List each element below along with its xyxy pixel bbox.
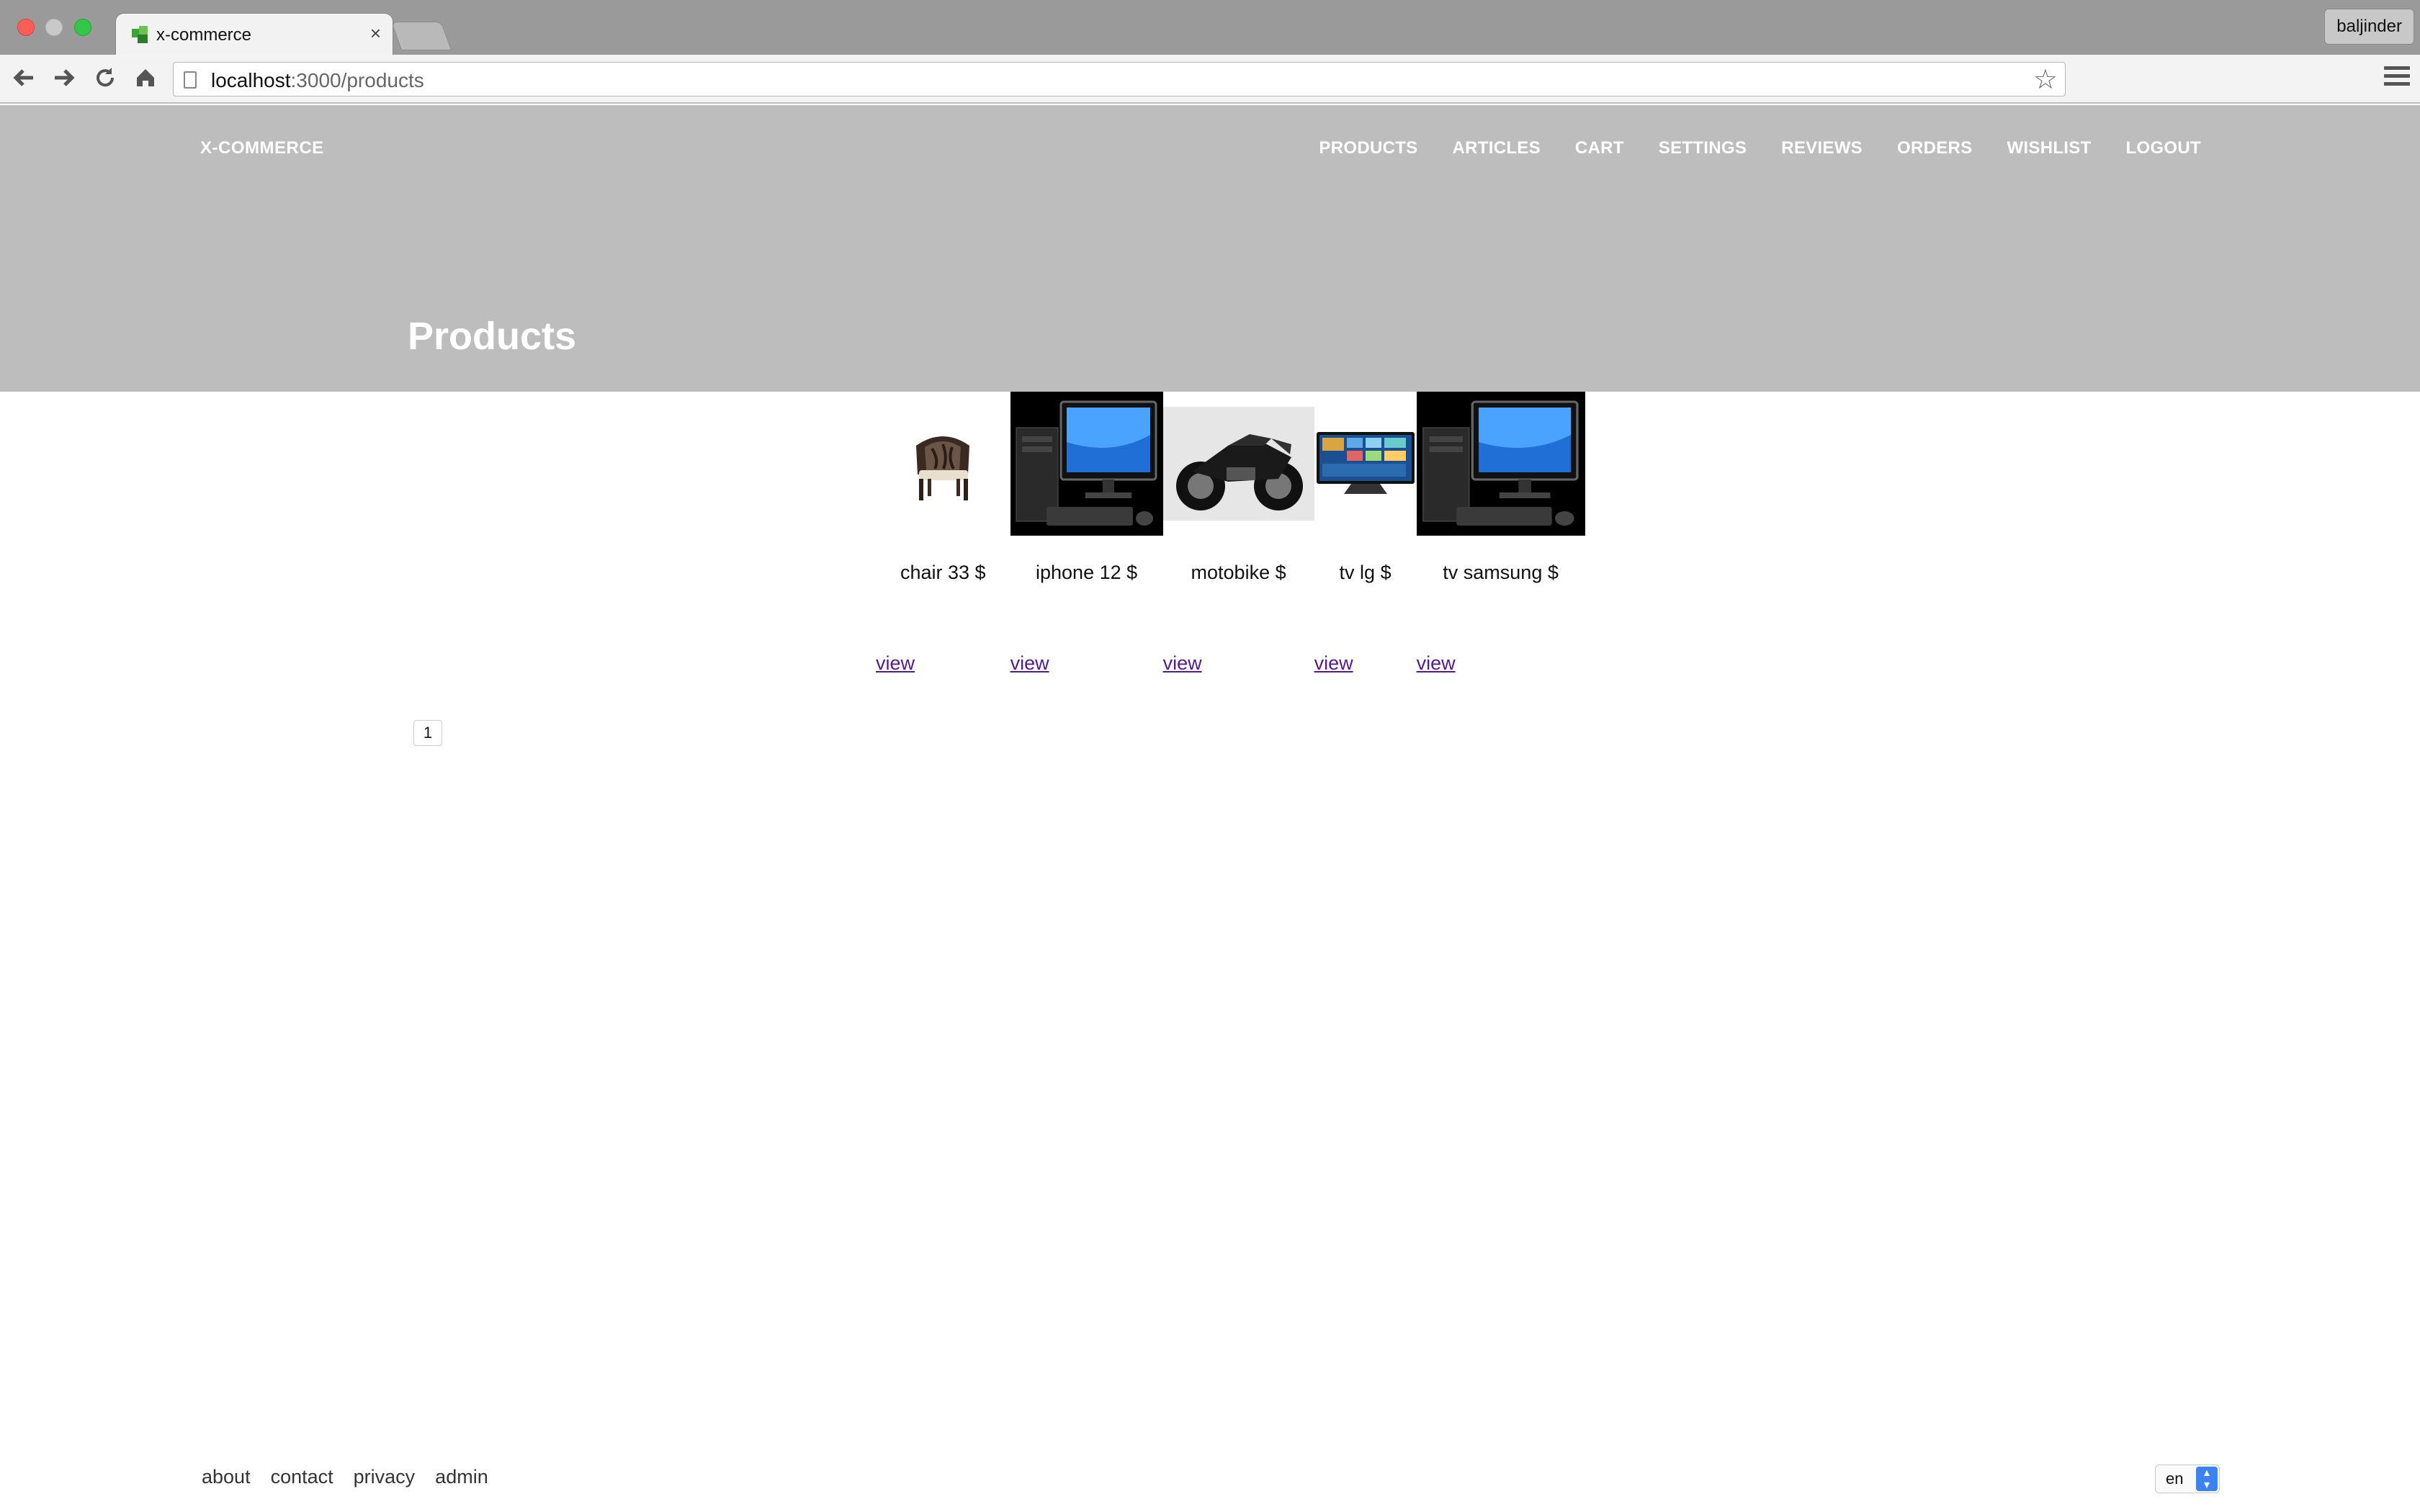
nav-wishlist[interactable]: WISHLIST bbox=[2007, 138, 2091, 158]
product-view-link[interactable]: view bbox=[876, 652, 915, 675]
product-image-chair[interactable] bbox=[887, 392, 999, 536]
product-list: chair 33 $ view iphone 12 $ view motobik… bbox=[876, 392, 1585, 675]
select-arrows-icon: ▴ ▾ bbox=[2196, 1467, 2218, 1491]
product-view-link[interactable]: view bbox=[1010, 652, 1049, 675]
footer-about-link[interactable]: about bbox=[202, 1466, 251, 1488]
product-card: tv samsung $ view bbox=[1416, 392, 1585, 675]
page-icon bbox=[184, 71, 197, 89]
language-value: en bbox=[2166, 1470, 2184, 1488]
product-view-link[interactable]: view bbox=[1314, 652, 1353, 675]
address-bar[interactable]: localhost:3000/products ☆ bbox=[173, 62, 2066, 96]
product-name: iphone 12 $ bbox=[1036, 562, 1138, 583]
profile-button[interactable]: baljinder bbox=[2324, 9, 2414, 45]
tab-close-icon[interactable]: × bbox=[370, 24, 381, 42]
product-card: iphone 12 $ view bbox=[1010, 392, 1163, 675]
product-image-desktop[interactable] bbox=[1010, 392, 1163, 536]
nav-cart[interactable]: CART bbox=[1575, 138, 1624, 158]
product-image-motorbike[interactable] bbox=[1162, 392, 1314, 536]
footer-links: about contact privacy admin bbox=[202, 1466, 488, 1488]
window-close-button[interactable] bbox=[17, 19, 35, 36]
browser-toolbar: localhost:3000/products ☆ bbox=[0, 55, 2420, 104]
back-icon[interactable] bbox=[10, 65, 39, 94]
nav-settings[interactable]: SETTINGS bbox=[1659, 138, 1747, 158]
window-maximize-button[interactable] bbox=[74, 19, 91, 36]
nav-logout[interactable]: LOGOUT bbox=[2126, 138, 2201, 158]
nav-orders[interactable]: ORDERS bbox=[1897, 138, 1972, 158]
product-view-link[interactable]: view bbox=[1417, 652, 1456, 675]
site-header: X-COMMERCE PRODUCTS ARTICLES CART SETTIN… bbox=[0, 105, 2420, 392]
favicon-icon bbox=[132, 26, 148, 43]
forward-icon[interactable] bbox=[49, 65, 78, 94]
url-path: :3000/products bbox=[290, 69, 424, 91]
reload-icon[interactable] bbox=[91, 65, 120, 94]
footer-privacy-link[interactable]: privacy bbox=[354, 1466, 416, 1488]
product-image-desktop[interactable] bbox=[1416, 392, 1585, 536]
main-navigation: PRODUCTS ARTICLES CART SETTINGS REVIEWS … bbox=[1319, 138, 2201, 158]
tab-title: x-commerce bbox=[156, 25, 252, 45]
product-view-link[interactable]: view bbox=[1163, 652, 1202, 675]
home-icon[interactable] bbox=[131, 65, 160, 94]
bookmark-star-icon[interactable]: ☆ bbox=[2033, 64, 2058, 96]
browser-tab-bar: x-commerce × baljinder bbox=[0, 0, 2420, 55]
nav-products[interactable]: PRODUCTS bbox=[1319, 138, 1417, 158]
url-host: localhost bbox=[211, 69, 291, 91]
hamburger-menu-icon[interactable] bbox=[2384, 66, 2410, 92]
footer-admin-link[interactable]: admin bbox=[435, 1466, 488, 1488]
new-tab-button[interactable] bbox=[390, 22, 452, 50]
nav-reviews[interactable]: REVIEWS bbox=[1781, 138, 1863, 158]
language-select[interactable]: en ▴ ▾ bbox=[2155, 1464, 2220, 1493]
product-image-television[interactable] bbox=[1314, 392, 1417, 536]
product-card: chair 33 $ view bbox=[876, 392, 1010, 675]
browser-tab-active[interactable]: x-commerce × bbox=[115, 13, 393, 55]
pagination-page-1[interactable]: 1 bbox=[413, 720, 442, 746]
page-title: Products bbox=[408, 315, 577, 358]
product-name: tv lg $ bbox=[1339, 562, 1392, 583]
brand-logo-link[interactable]: X-COMMERCE bbox=[200, 138, 324, 158]
product-name: motobike $ bbox=[1191, 562, 1286, 583]
url-text[interactable]: localhost:3000/products bbox=[211, 69, 424, 92]
product-name: chair 33 $ bbox=[900, 562, 986, 583]
nav-articles[interactable]: ARTICLES bbox=[1453, 138, 1541, 158]
product-card: motobike $ view bbox=[1162, 392, 1314, 675]
product-card: tv lg $ view bbox=[1314, 392, 1417, 675]
window-minimize-button[interactable] bbox=[45, 19, 63, 36]
product-name: tv samsung $ bbox=[1443, 562, 1559, 583]
footer-contact-link[interactable]: contact bbox=[271, 1466, 333, 1488]
